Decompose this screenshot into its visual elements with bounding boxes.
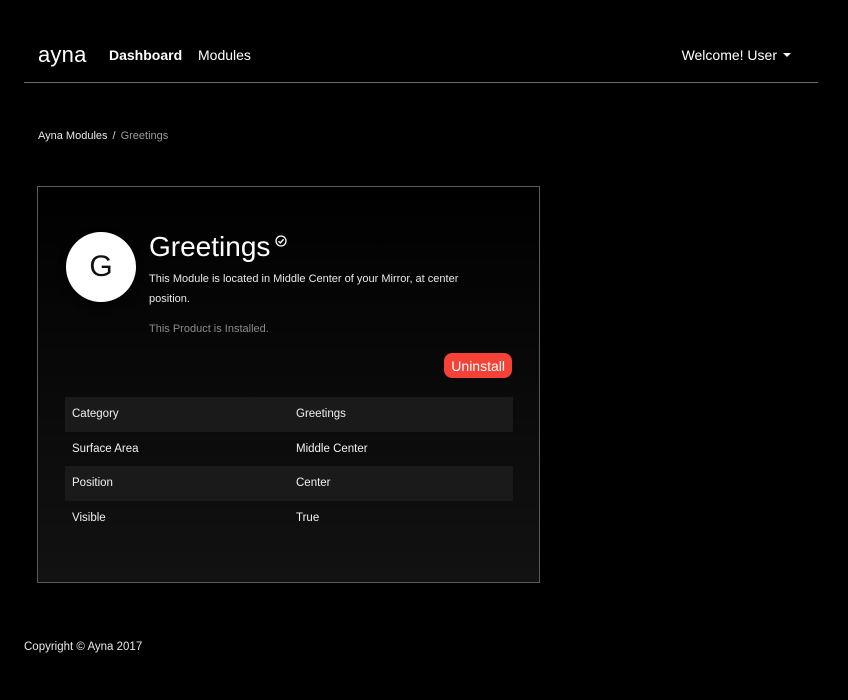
user-menu-label: Welcome! User xyxy=(681,47,777,63)
module-avatar: G xyxy=(66,232,136,302)
detail-value: True xyxy=(296,511,320,524)
breadcrumb-separator: / xyxy=(112,130,116,142)
table-row: Visible True xyxy=(65,501,513,536)
top-navbar: ayna Dashboard Modules Welcome! User xyxy=(24,0,818,83)
brand-logo[interactable]: ayna xyxy=(38,42,87,68)
install-status: This Product is Installed. xyxy=(149,323,269,335)
uninstall-button[interactable]: Uninstall xyxy=(444,353,512,378)
avatar-letter: G xyxy=(89,250,113,283)
nav-modules-link[interactable]: Modules xyxy=(198,47,251,63)
detail-value: Middle Center xyxy=(296,442,368,455)
detail-value: Center xyxy=(289,466,513,501)
module-card: G Greetings This Module is located in Mi… xyxy=(37,186,540,583)
module-description: This Module is located in Middle Center … xyxy=(149,273,459,305)
user-menu-dropdown[interactable]: Welcome! User xyxy=(682,47,791,63)
footer-copyright: Copyright © Ayna 2017 xyxy=(24,641,143,653)
module-details-table: Category Greetings Surface Area Middle C… xyxy=(65,397,513,535)
breadcrumb: Ayna Modules / Greetings xyxy=(38,130,168,142)
nav-dashboard-link[interactable]: Dashboard xyxy=(109,47,182,63)
detail-label: Category xyxy=(65,397,289,432)
detail-label: Visible xyxy=(72,511,106,524)
table-row: Position Center xyxy=(65,466,513,501)
table-row: Surface Area Middle Center xyxy=(65,432,513,467)
module-title-text: Greetings xyxy=(149,231,271,262)
detail-label: Position xyxy=(65,466,289,501)
module-title: Greetings xyxy=(149,231,288,263)
table-row: Category Greetings xyxy=(65,397,513,432)
caret-down-icon xyxy=(783,53,791,57)
detail-value: Greetings xyxy=(289,397,513,432)
check-circle-icon xyxy=(275,235,288,247)
breadcrumb-ayna-modules[interactable]: Ayna Modules xyxy=(38,130,108,142)
breadcrumb-current: Greetings xyxy=(120,130,169,142)
detail-label: Surface Area xyxy=(72,442,139,455)
